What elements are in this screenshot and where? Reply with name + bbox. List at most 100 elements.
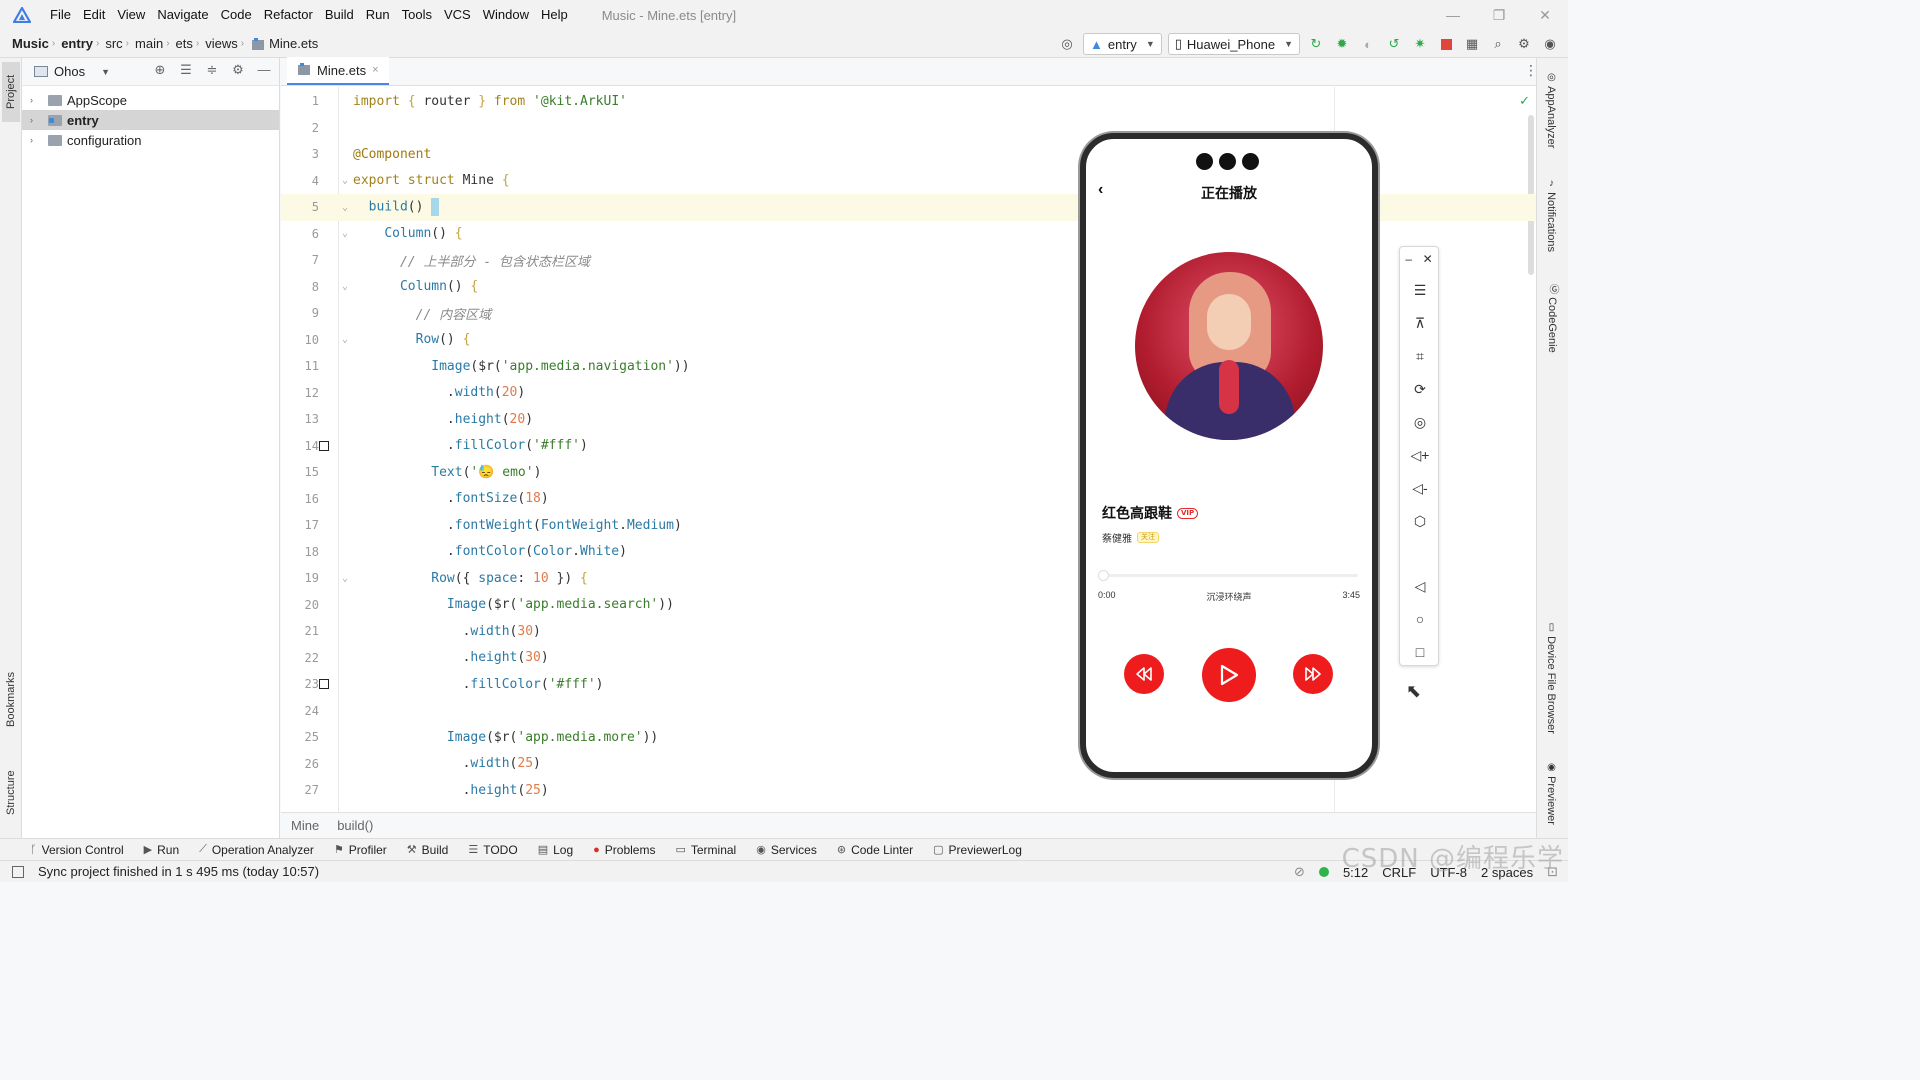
hide-icon[interactable]: —: [255, 62, 273, 78]
crumb-views[interactable]: views: [205, 36, 238, 51]
line-number[interactable]: 5: [281, 200, 319, 214]
expand-all-icon[interactable]: ☰: [177, 62, 195, 78]
menu-navigate[interactable]: Navigate: [151, 0, 214, 30]
menu-build[interactable]: Build: [319, 0, 360, 30]
progress-knob[interactable]: [1098, 570, 1109, 581]
module-selector[interactable]: ▲ entry ▼: [1083, 33, 1162, 55]
more-vertical-icon[interactable]: ⋮: [1524, 62, 1538, 79]
artist-name[interactable]: 蔡健雅: [1102, 530, 1132, 545]
tree-item-configuration[interactable]: › configuration: [22, 130, 279, 150]
menu-icon[interactable]: ☰: [1400, 279, 1440, 301]
tab-mine-ets[interactable]: Mine.ets ×: [287, 57, 389, 85]
progress-bar[interactable]: [1098, 570, 1358, 581]
tab-codegenie[interactable]: Ⓖ CodeGenie: [1545, 284, 1560, 353]
tool-problems[interactable]: ● Problems: [593, 843, 655, 857]
device-selector[interactable]: ▯ Huawei_Phone ▼: [1167, 33, 1300, 55]
line-number[interactable]: 2: [281, 121, 319, 135]
play-button[interactable]: [1202, 648, 1256, 702]
sound-mode[interactable]: 沉浸环绕声: [1086, 590, 1372, 603]
tool-code-linter[interactable]: ⊛ Code Linter: [837, 843, 913, 857]
tree-item-entry[interactable]: › entry: [22, 110, 279, 130]
profile-icon[interactable]: ✷: [1410, 34, 1430, 54]
line-number[interactable]: 8: [281, 280, 319, 294]
tool-operation-analyzer[interactable]: ⟋ Operation Analyzer: [199, 843, 314, 857]
crumb-struct[interactable]: Mine: [291, 818, 319, 833]
fold-marker-icon[interactable]: ⌄: [342, 202, 348, 213]
follow-button[interactable]: 关注: [1137, 532, 1159, 543]
menu-vcs[interactable]: VCS: [438, 0, 477, 30]
rotate-icon[interactable]: ⟳: [1400, 378, 1440, 400]
menu-refactor[interactable]: Refactor: [258, 0, 319, 30]
menu-help[interactable]: Help: [535, 0, 574, 30]
fold-marker-icon[interactable]: ⌄: [342, 334, 348, 345]
code-line[interactable]: 1 import { router } from '@kit.ArkUI': [281, 88, 1536, 115]
line-number[interactable]: 16: [281, 492, 319, 506]
tree-item-appscope[interactable]: › AppScope: [22, 90, 279, 110]
chevron-right-icon[interactable]: ›: [30, 135, 44, 145]
chevron-down-icon[interactable]: ▼: [101, 67, 110, 77]
locate-icon[interactable]: ⊕: [151, 62, 169, 78]
menu-tools[interactable]: Tools: [396, 0, 438, 30]
line-number[interactable]: 26: [281, 757, 319, 771]
line-number[interactable]: 15: [281, 465, 319, 479]
nav-home-icon[interactable]: ○: [1400, 608, 1440, 630]
crumb-file[interactable]: Mine.ets: [269, 36, 318, 51]
crumb-module[interactable]: entry: [61, 36, 93, 51]
search-icon[interactable]: ⌕: [1488, 34, 1508, 54]
fold-marker-icon[interactable]: ⌄: [342, 228, 348, 239]
nav-recents-icon[interactable]: □: [1400, 641, 1440, 663]
tab-previewer[interactable]: ◉ Previewer: [1545, 762, 1557, 825]
account-icon[interactable]: ◉: [1540, 34, 1560, 54]
gear-icon[interactable]: ⚙: [229, 62, 247, 78]
line-number[interactable]: 6: [281, 227, 319, 241]
line-number[interactable]: 19: [281, 571, 319, 585]
tab-appanalyzer[interactable]: ◎ AppAnalyzer: [1545, 72, 1557, 148]
minimize-button[interactable]: —: [1430, 0, 1476, 30]
crumb-function[interactable]: build(): [337, 818, 373, 833]
line-number[interactable]: 13: [281, 412, 319, 426]
menu-run[interactable]: Run: [360, 0, 396, 30]
toggle-panels-icon[interactable]: [12, 865, 24, 878]
apply-changes-icon[interactable]: ↺: [1384, 34, 1404, 54]
code-line[interactable]: 27 .height(25): [281, 777, 1536, 804]
menu-code[interactable]: Code: [215, 0, 258, 30]
crumb-ets[interactable]: ets: [176, 36, 193, 51]
tab-project[interactable]: Project: [2, 62, 20, 122]
tool-previewer-log[interactable]: ▢ PreviewerLog: [933, 843, 1022, 857]
line-number[interactable]: 14: [281, 439, 319, 453]
gear-icon[interactable]: ⚙: [1514, 34, 1534, 54]
line-number[interactable]: 23: [281, 677, 319, 691]
attach-debugger-icon[interactable]: ◐: [1358, 34, 1378, 54]
line-number[interactable]: 3: [281, 147, 319, 161]
fold-icon[interactable]: ⬡: [1400, 510, 1440, 532]
crumb-src[interactable]: src: [105, 36, 122, 51]
inspect-icon[interactable]: ◎: [1400, 411, 1440, 433]
power-save-icon[interactable]: ⊘: [1294, 864, 1305, 880]
line-number[interactable]: 22: [281, 651, 319, 665]
tab-bookmarks[interactable]: Bookmarks: [2, 658, 20, 740]
line-number[interactable]: 18: [281, 545, 319, 559]
crumb-main[interactable]: main: [135, 36, 163, 51]
restore-button[interactable]: ❐: [1476, 0, 1522, 30]
line-number[interactable]: 20: [281, 598, 319, 612]
line-number[interactable]: 4: [281, 174, 319, 188]
line-number[interactable]: 21: [281, 624, 319, 638]
tool-run[interactable]: ▶ Run: [144, 843, 179, 857]
status-message[interactable]: Sync project finished in 1 s 495 ms (tod…: [38, 864, 319, 879]
debug-icon[interactable]: ✹: [1332, 34, 1352, 54]
tab-structure[interactable]: Structure: [2, 758, 20, 828]
menu-view[interactable]: View: [111, 0, 151, 30]
line-number[interactable]: 25: [281, 730, 319, 744]
next-button[interactable]: [1293, 654, 1333, 694]
tab-device-file-browser[interactable]: ▯ Device File Browser: [1545, 622, 1557, 734]
menu-edit[interactable]: Edit: [77, 0, 111, 30]
volume-down-icon[interactable]: ◁-: [1400, 477, 1440, 499]
collapse-all-icon[interactable]: ≑: [203, 62, 221, 78]
tool-terminal[interactable]: ▭ Terminal: [675, 843, 736, 857]
crop-icon[interactable]: ⌗: [1400, 345, 1440, 367]
minimize-icon[interactable]: –: [1405, 252, 1412, 269]
tool-version-control[interactable]: ᚴ Version Control: [30, 843, 124, 857]
tool-services[interactable]: ◉ Services: [756, 843, 817, 857]
project-structure-icon[interactable]: ▦: [1462, 34, 1482, 54]
line-number[interactable]: 24: [281, 704, 319, 718]
